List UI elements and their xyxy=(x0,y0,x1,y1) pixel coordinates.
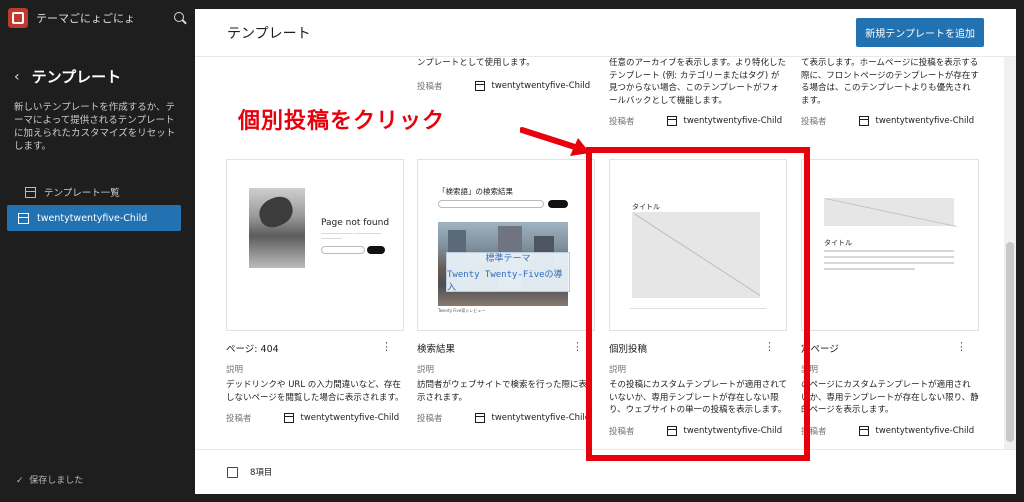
author-name: twentytwentyfive-Child xyxy=(875,116,975,126)
preview-search-button xyxy=(367,246,385,254)
card-meta: 投稿者 twentytwentyfive-Child xyxy=(609,115,787,127)
site-bar: テーマごにょごにょ xyxy=(0,0,195,36)
scrollbar[interactable] xyxy=(1004,57,1016,449)
template-preview[interactable]: タイトル xyxy=(801,159,979,331)
author-name: twentytwentyfive-Child xyxy=(491,413,591,423)
post-caption: Twenty Five導入レビュー xyxy=(438,308,486,313)
card-meta: 投稿者 twentytwentyfive-Child xyxy=(801,115,979,127)
sidebar-item-label: テンプレート一覧 xyxy=(44,188,120,199)
card-meta: 投稿者 twentytwentyfive-Child xyxy=(801,425,979,437)
page-title: テンプレート xyxy=(227,25,311,42)
saved-status: ✓ 保存しました xyxy=(16,476,84,486)
site-icon[interactable] xyxy=(8,8,28,28)
layout-icon xyxy=(858,116,869,126)
author-value: twentytwentyfive-Child xyxy=(283,413,400,423)
search-icon[interactable] xyxy=(173,11,187,25)
author-value: twentytwentyfive-Child xyxy=(474,413,591,423)
sidebar-header: ‹ テンプレート xyxy=(0,36,195,87)
layout-icon xyxy=(666,116,677,126)
chevron-left-icon[interactable]: ‹ xyxy=(14,69,20,85)
layout-icon xyxy=(474,413,485,423)
preview-search-field xyxy=(321,246,365,254)
overlay-line-1: 標準テーマ xyxy=(485,254,531,264)
more-options-icon[interactable]: ⋮ xyxy=(956,340,967,353)
author-name: twentytwentyfive-Child xyxy=(491,80,591,91)
author-value: twentytwentyfive-Child xyxy=(858,425,975,436)
card-title: ページ: 404 ⋮ xyxy=(226,340,404,355)
select-all-checkbox[interactable] xyxy=(227,466,238,478)
author-label: 投稿者 xyxy=(417,81,443,92)
page-not-found-text: Page not found xyxy=(321,218,390,228)
card-title-text: ページ: 404 xyxy=(226,344,279,355)
more-options-icon[interactable]: ⋮ xyxy=(572,340,583,353)
sidebar-description: 新しいテンプレートを作成するか、テーマによって提供されるテンプレートに加えられた… xyxy=(14,102,176,152)
preview-search-button xyxy=(548,200,568,208)
template-card[interactable]: ンプレートとして使用します。 投稿者 twentytwentyfive-Chil… xyxy=(417,57,595,92)
layout-icon xyxy=(283,413,294,423)
search-results-heading: 「検索語」の検索結果 xyxy=(438,187,513,196)
description-label: 説明 xyxy=(801,365,819,375)
saved-label: 保存しました xyxy=(29,476,84,486)
sidebar: テーマごにょごにょ ‹ テンプレート 新しいテンプレートを作成するか、テーマによ… xyxy=(0,0,195,502)
author-label: 投稿者 xyxy=(801,117,827,127)
template-card[interactable]: て表示します。ホームページに投稿を表示する際に、フロントページのテンプレートが存… xyxy=(801,57,979,127)
preview-title-placeholder: タイトル xyxy=(824,239,852,247)
author-value: twentytwentyfive-Child xyxy=(474,80,591,91)
card-description: ンプレートとして使用します。 xyxy=(417,58,535,68)
annotation-text: 個別投稿をクリック xyxy=(238,109,446,134)
sidebar-item-all-templates[interactable]: テンプレート一覧 xyxy=(7,179,181,205)
author-label: 投稿者 xyxy=(417,414,443,424)
author-name: twentytwentyfive-Child xyxy=(875,425,975,436)
card-meta: 投稿者 twentytwentyfive-Child xyxy=(417,80,595,92)
description-label: 説明 xyxy=(226,365,244,375)
site-name[interactable]: テーマごにょごにょ xyxy=(36,10,173,26)
template-card-search[interactable]: 「検索語」の検索結果 標準テーマ Twenty Twenty-Fiveの導入 T… xyxy=(417,159,595,424)
template-icon xyxy=(18,212,29,224)
card-description: 訪問者がウェブサイトで検索を行った際に表示されます。 xyxy=(417,380,588,403)
author-label: 投稿者 xyxy=(609,117,635,127)
more-options-icon[interactable]: ⋮ xyxy=(381,340,392,353)
template-preview[interactable]: 「検索語」の検索結果 標準テーマ Twenty Twenty-Fiveの導入 T… xyxy=(417,159,595,331)
sidebar-item-label: twentytwentyfive-Child xyxy=(37,212,148,224)
author-value: twentytwentyfive-Child xyxy=(858,116,975,126)
card-title: 定ページ ⋮ xyxy=(801,340,979,355)
scrollbar-thumb[interactable] xyxy=(1006,242,1014,442)
card-meta: 投稿者 twentytwentyfive-Child xyxy=(417,412,595,424)
template-card[interactable]: 任意のアーカイブを表示します。より特化したテンプレート (例: カテゴリーまたは… xyxy=(609,57,787,127)
author-value: twentytwentyfive-Child xyxy=(666,116,783,126)
card-title: 検索結果 ⋮ xyxy=(417,340,595,355)
add-template-button[interactable]: 新規テンプレートを追加 xyxy=(856,18,984,47)
sidebar-title: テンプレート xyxy=(31,68,122,86)
main-header: テンプレート 新規テンプレートを追加 xyxy=(195,9,1016,57)
description-label: 説明 xyxy=(417,365,435,375)
card-description: 任意のアーカイブを表示します。より特化したテンプレート (例: カテゴリーまたは… xyxy=(609,58,786,106)
thumbnail-overlay: 標準テーマ Twenty Twenty-Fiveの導入 xyxy=(446,252,570,293)
image-placeholder xyxy=(824,198,954,226)
layout-icon xyxy=(858,425,869,436)
tree-image xyxy=(249,188,305,268)
card-description: のページにカスタムテンプレートが適用されいか、専用テンプレートが存在しない限り、… xyxy=(801,380,979,415)
template-card-page[interactable]: タイトル 定ページ ⋮ 説明 のページにカスタムテンプレートが適用されいか、専用… xyxy=(801,159,979,437)
preview-text-lines: ─────────────── ───────────── ────────── xyxy=(321,232,382,241)
overlay-line-2: Twenty Twenty-Fiveの導入 xyxy=(447,270,563,293)
card-description: て表示します。ホームページに投稿を表示する際に、フロントページのテンプレートが存… xyxy=(801,58,979,106)
template-card-404[interactable]: Page not found ─────────────── ─────────… xyxy=(226,159,404,424)
annotation-highlight-box xyxy=(586,147,810,461)
annotation-arrow-icon xyxy=(520,127,590,156)
author-name: twentytwentyfive-Child xyxy=(300,413,400,423)
card-meta: 投稿者 twentytwentyfive-Child xyxy=(226,412,404,424)
item-count: 8項目 xyxy=(250,468,273,478)
card-description: デッドリンクや URL の入力間違いなど、存在しないページを閲覧した場合に表示さ… xyxy=(226,380,404,403)
layout-icon xyxy=(474,80,485,91)
template-preview[interactable]: Page not found ─────────────── ─────────… xyxy=(226,159,404,331)
card-title-text: 検索結果 xyxy=(417,344,456,355)
sidebar-nav: テンプレート一覧 twentytwentyfive-Child xyxy=(0,179,195,231)
preview-search-field xyxy=(438,200,544,208)
template-icon xyxy=(25,186,36,198)
preview-text-lines xyxy=(824,250,954,274)
sidebar-item-child-theme[interactable]: twentytwentyfive-Child xyxy=(7,205,181,231)
author-name: twentytwentyfive-Child xyxy=(683,116,783,126)
author-label: 投稿者 xyxy=(226,414,252,424)
